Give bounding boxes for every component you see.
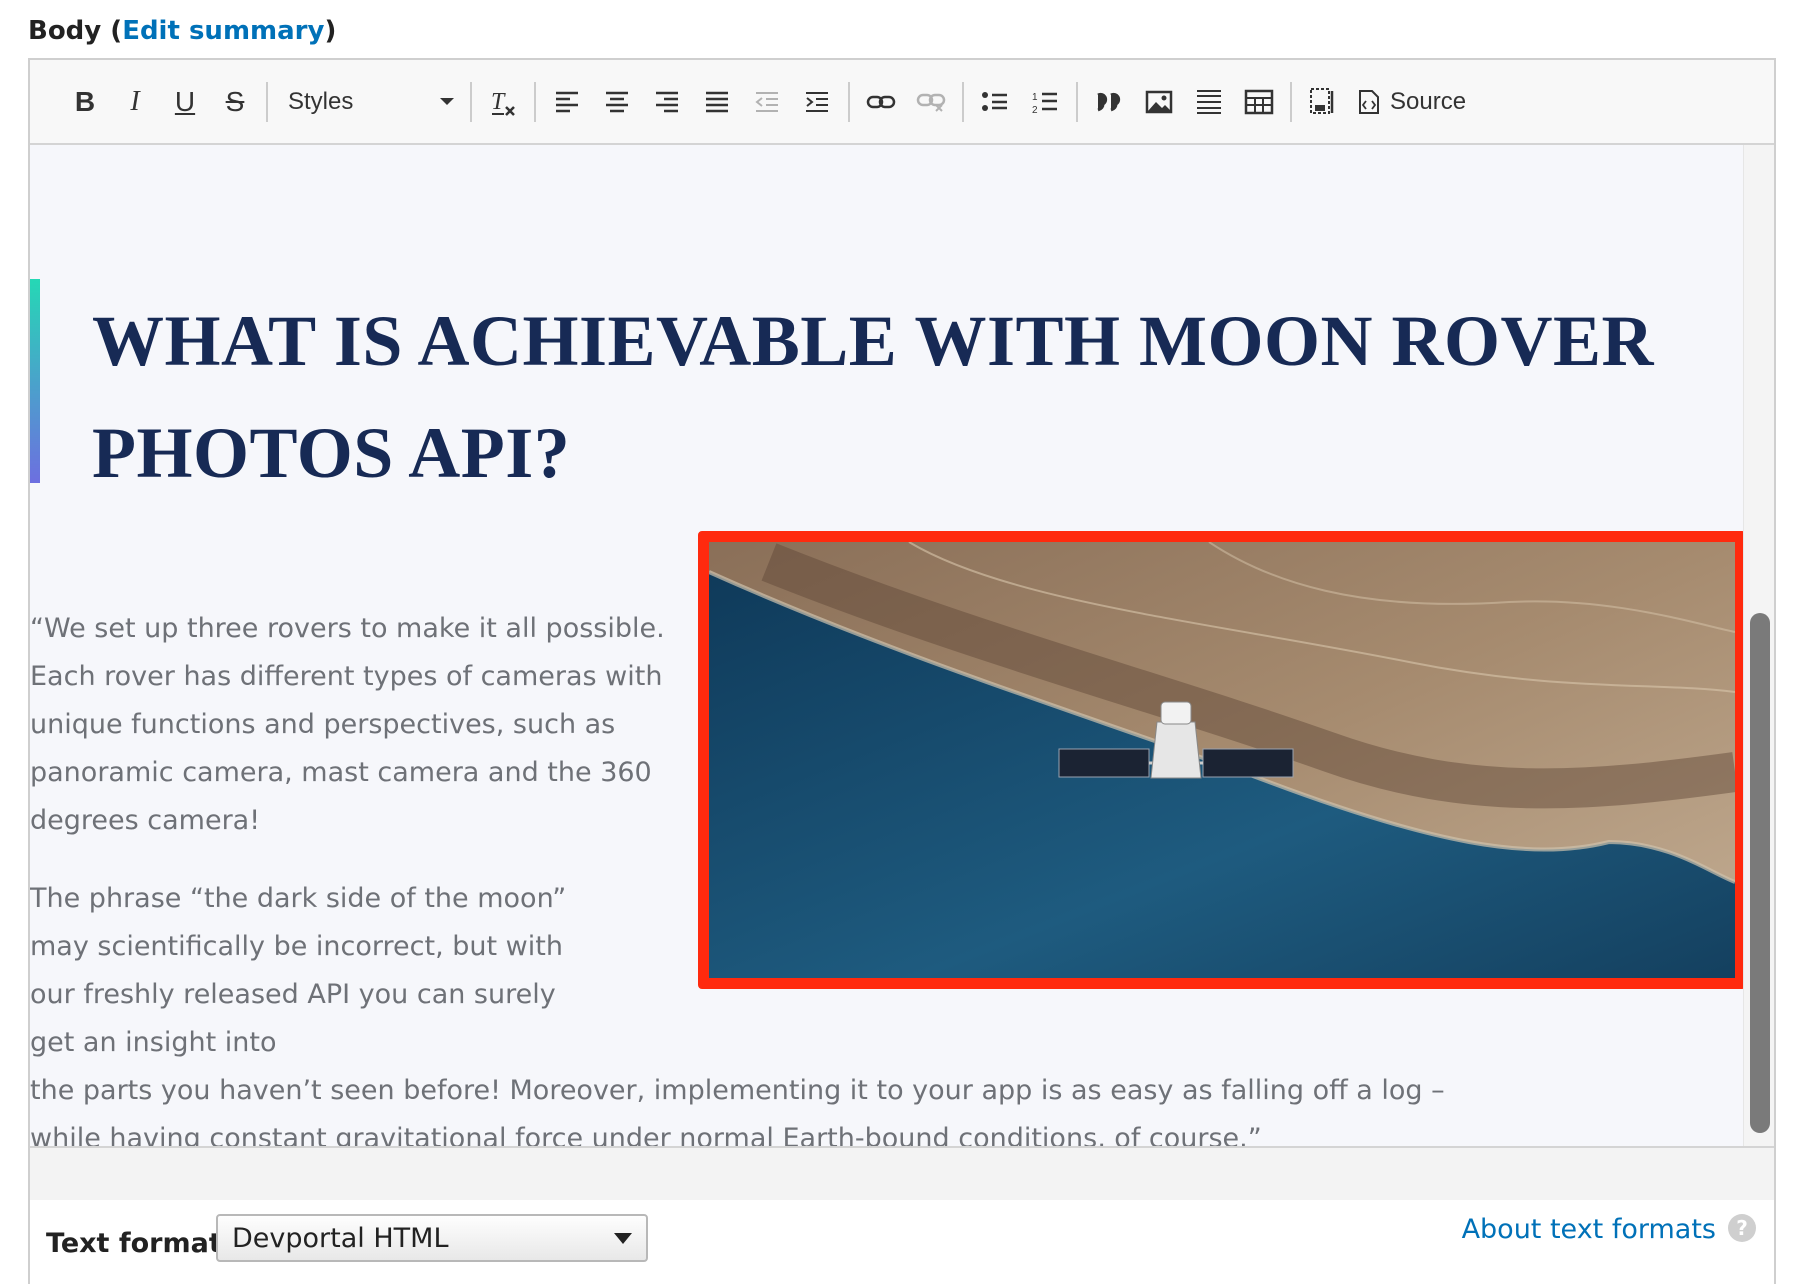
paragraph-2-wrapped: The phrase “the dark side of the moon” m… — [30, 883, 567, 1058]
source-icon — [1359, 89, 1379, 114]
paren-open: ( — [101, 16, 123, 46]
text-format-bar: Text format Devportal HTML About text fo… — [30, 1200, 1774, 1284]
unlink-icon[interactable] — [906, 77, 956, 127]
toolbar-separator — [1290, 81, 1292, 122]
link-icon[interactable] — [856, 77, 906, 127]
toolbar-separator — [266, 81, 268, 122]
source-label: Source — [1390, 87, 1467, 115]
svg-text:2: 2 — [1032, 105, 1038, 115]
paragraph-2-rest: the parts you haven’t seen before! Moreo… — [30, 1075, 1445, 1146]
align-left-icon[interactable] — [542, 77, 592, 127]
align-justify-icon[interactable] — [692, 77, 742, 127]
about-text-formats-link[interactable]: About text formats — [1462, 1214, 1716, 1245]
blockquote-icon[interactable] — [1084, 77, 1134, 127]
help-icon[interactable]: ? — [1728, 1214, 1756, 1242]
bulleted-list-icon[interactable] — [970, 77, 1020, 127]
toolbar-separator — [470, 81, 472, 122]
paren-close: ) — [324, 16, 337, 46]
remove-format-icon[interactable]: T — [478, 77, 528, 127]
underline-icon[interactable]: U — [160, 77, 210, 127]
body-field-label: Body (Edit summary) — [28, 16, 336, 46]
heading-accent-bar — [30, 279, 40, 483]
toolbar-separator — [1076, 81, 1078, 122]
svg-text:1: 1 — [1032, 92, 1038, 103]
toolbar-separator — [534, 81, 536, 122]
chevron-down-icon — [614, 1232, 632, 1244]
text-format-select[interactable]: Devportal HTML — [216, 1214, 648, 1262]
svg-text:T: T — [491, 89, 506, 115]
vertical-scrollbar[interactable] — [1743, 145, 1774, 1146]
text-format-selected: Devportal HTML — [232, 1222, 449, 1254]
chevron-down-icon — [440, 98, 454, 105]
italic-icon[interactable]: I — [110, 77, 160, 127]
editor-status-bar — [30, 1146, 1774, 1204]
table-icon[interactable] — [1234, 77, 1284, 127]
editor-toolbar: B I U S Styles T 12 Source — [30, 60, 1774, 145]
bold-icon[interactable]: B — [60, 77, 110, 127]
body-label-text: Body — [28, 16, 102, 46]
toolbar-separator — [962, 81, 964, 122]
wysiwyg-editor: B I U S Styles T 12 Source WHAT IS ACHIE… — [28, 58, 1776, 1284]
image-icon[interactable] — [1134, 77, 1184, 127]
toolbar-separator — [848, 81, 850, 122]
horizontal-rule-icon[interactable] — [1184, 77, 1234, 127]
paragraph-1: “We set up three rovers to make it all p… — [30, 613, 665, 836]
show-blocks-icon[interactable] — [1298, 77, 1348, 127]
paragraph-2: The phrase “the dark side of the moon” m… — [30, 875, 1750, 1146]
underline-glyph: U — [174, 85, 196, 117]
styles-label: Styles — [288, 87, 354, 115]
align-right-icon[interactable] — [642, 77, 692, 127]
editor-content-area[interactable]: WHAT IS ACHIEVABLE WITH MOON ROVER PHOTO… — [30, 145, 1774, 1146]
source-button[interactable]: Source — [1348, 77, 1476, 127]
strike-glyph: S — [225, 85, 245, 117]
edit-summary-link[interactable]: Edit summary — [122, 16, 324, 46]
strikethrough-icon[interactable]: S — [210, 77, 260, 127]
scrollbar-thumb[interactable] — [1750, 613, 1770, 1133]
text-format-label: Text format — [46, 1228, 222, 1259]
content-heading: WHAT IS ACHIEVABLE WITH MOON ROVER PHOTO… — [92, 301, 1655, 493]
numbered-list-icon[interactable]: 12 — [1020, 77, 1070, 127]
styles-dropdown[interactable]: Styles — [274, 77, 464, 127]
align-center-icon[interactable] — [592, 77, 642, 127]
indent-icon[interactable] — [792, 77, 842, 127]
outdent-icon[interactable] — [742, 77, 792, 127]
bold-glyph: B — [74, 85, 96, 117]
italic-glyph: I — [130, 85, 140, 117]
remove-format-svg: T — [491, 89, 515, 116]
